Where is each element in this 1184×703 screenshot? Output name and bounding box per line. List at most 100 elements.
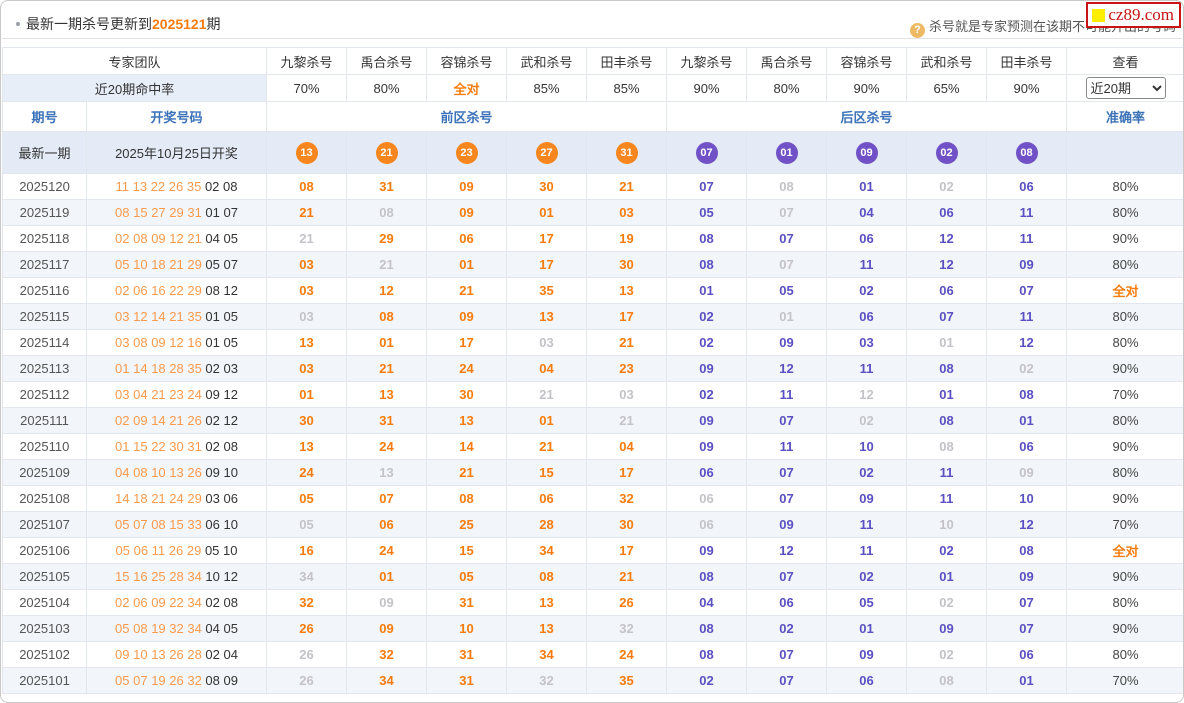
draw-numbers-cell: 09 10 13 26 28 02 04 [85,641,268,668]
period-column-header: 期号 [2,101,87,132]
history-row: 2025113 01 14 18 28 35 02 03 03 21 24 04 23 09 1… [2,355,1183,382]
back-kill-cell: 08 [666,615,748,642]
latest-front-ball-cell: 21 [346,131,428,174]
accuracy-cell: 80% [1066,329,1183,356]
draw-back-numbers: 01 05 [205,335,238,350]
back-kill-cell: 06 [826,303,908,330]
latest-accuracy-cell [1066,131,1183,174]
site-logo[interactable]: cz89.com [1086,2,1181,28]
draw-back-numbers: 05 10 [204,543,238,558]
draw-back-numbers: 05 07 [205,257,238,272]
period-cell: 2025111 [2,407,87,434]
back-kill-cell: 02 [826,459,908,486]
back-kill-cell: 07 [746,641,828,668]
front-kill-cell: 03 [266,355,348,382]
front-kill-cell: 21 [586,329,668,356]
front-kill-cell: 26 [586,589,668,616]
period-cell: 2025120 [2,173,87,200]
draw-front-numbers: 04 08 10 13 26 [115,465,202,480]
expert-column-header: 禹合杀号 [746,47,828,75]
front-kill-cell: 01 [346,329,428,356]
back-kill-cell: 12 [746,355,828,382]
history-row: 2025115 03 12 14 21 35 01 05 03 08 09 13 17 02 0… [2,303,1183,330]
front-kill-cell: 07 [346,485,428,512]
front-kill-cell: 05 [426,563,508,590]
front-kill-cell: 13 [346,381,428,408]
back-kill-cell: 02 [906,641,988,668]
hit-rate-value: 85% [506,74,588,102]
update-title-prefix: 最新一期杀号更新到 [26,16,152,32]
draw-back-numbers: 02 08 [205,439,238,454]
front-kill-cell: 31 [426,589,508,616]
back-kill-cell: 12 [986,329,1068,356]
history-row: 2025107 05 07 08 15 33 06 10 05 06 25 28 30 06 0… [2,511,1183,538]
hit-rate-value: 80% [346,74,428,102]
front-kill-cell: 32 [506,667,588,694]
back-kill-cell: 07 [746,563,828,590]
period-cell: 2025105 [2,563,87,590]
back-kill-cell: 01 [986,667,1068,694]
front-kill-cell: 12 [346,277,428,304]
logo-yellow-square-icon [1092,8,1106,22]
accuracy-cell: 80% [1066,459,1183,486]
front-kill-cell: 21 [506,381,588,408]
back-kill-cell: 02 [906,173,988,200]
accuracy-cell: 80% [1066,303,1183,330]
period-cell: 2025115 [2,303,87,330]
period-cell: 2025113 [2,355,87,382]
front-kill-cell: 25 [426,511,508,538]
accuracy-cell: 80% [1066,641,1183,668]
history-row: 2025120 11 13 22 26 35 02 08 08 31 09 30 21 07 0… [2,173,1183,200]
back-kill-cell: 02 [826,563,908,590]
front-kill-cell: 35 [506,277,588,304]
front-kill-cell: 01 [346,563,428,590]
draw-front-numbers: 03 04 21 23 24 [115,387,202,402]
accuracy-cell: 70% [1066,667,1183,694]
draw-front-numbers: 05 08 19 32 34 [115,621,202,636]
draw-front-numbers: 03 12 14 21 35 [115,309,202,324]
back-kill-cell: 02 [666,381,748,408]
draw-front-numbers: 15 16 25 28 34 [115,569,202,584]
back-kill-cell: 08 [666,251,748,278]
front-kill-cell: 32 [586,615,668,642]
latest-period-number: 2025121 [152,16,207,32]
back-kill-cell: 07 [986,589,1068,616]
back-kill-cell: 09 [746,329,828,356]
back-kill-cell: 08 [906,355,988,382]
front-kill-cell: 34 [266,563,348,590]
view-select-cell: 近20期 [1066,74,1183,102]
period-range-select[interactable]: 近20期 [1085,77,1166,99]
latest-back-ball-cell: 09 [826,131,908,174]
accuracy-cell: 90% [1066,355,1183,382]
back-kill-cell: 02 [986,355,1068,382]
draw-back-numbers: 01 05 [205,309,238,324]
back-kill-cell: 02 [666,329,748,356]
back-kill-cell: 06 [666,485,748,512]
front-ball: 13 [295,141,318,164]
front-kill-cell: 06 [346,511,428,538]
back-kill-cell: 02 [746,615,828,642]
front-kill-cell: 13 [426,407,508,434]
expert-column-header: 武和杀号 [506,47,588,75]
draw-front-numbers: 08 15 27 29 31 [115,205,202,220]
period-cell: 2025104 [2,589,87,616]
logo-text: cz89.com [1108,5,1174,24]
back-kill-cell: 04 [826,199,908,226]
front-kill-cell: 15 [506,459,588,486]
back-kill-cell: 11 [746,381,828,408]
back-kill-cell: 11 [986,303,1068,330]
help-question-icon[interactable]: ? [909,23,925,38]
history-row: 2025104 02 06 09 22 34 02 08 32 09 31 13 26 04 0… [2,589,1183,616]
back-kill-cell: 01 [666,277,748,304]
front-kill-cell: 23 [586,355,668,382]
back-kill-cell: 06 [666,511,748,538]
front-kill-cell: 31 [346,407,428,434]
back-kill-cell: 06 [746,589,828,616]
back-kill-cell: 11 [826,537,908,564]
back-kill-cell: 12 [906,251,988,278]
front-kill-cell: 01 [266,381,348,408]
history-row: 2025118 02 08 09 12 21 04 05 21 29 06 17 19 08 0… [2,225,1183,252]
front-kill-cell: 03 [506,329,588,356]
update-title-suffix: 期 [206,16,221,32]
back-kill-cell: 01 [986,407,1068,434]
